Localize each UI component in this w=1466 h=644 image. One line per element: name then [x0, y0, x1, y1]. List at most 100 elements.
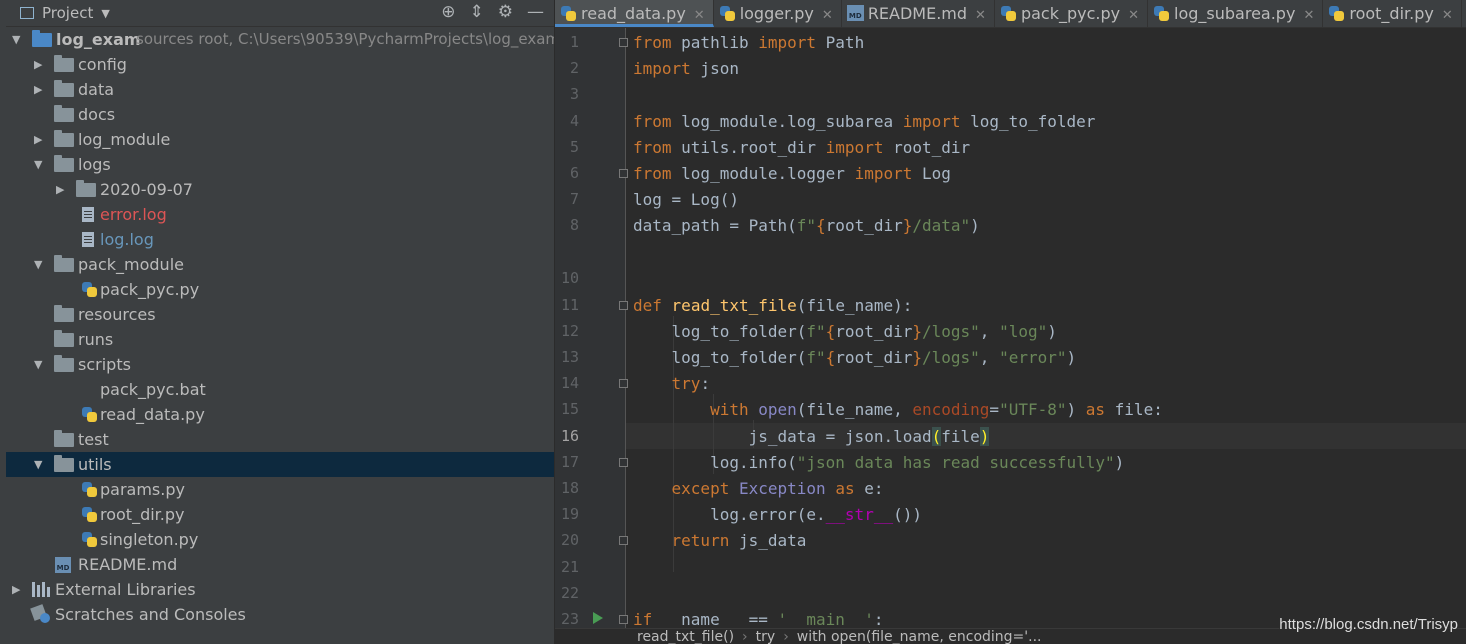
watermark: https://blog.csdn.net/Trisyp — [1279, 616, 1458, 633]
fold-marker[interactable] — [619, 301, 628, 310]
chevron-down-icon[interactable]: ▼ — [101, 7, 109, 20]
expanded-arrow-icon[interactable]: ▼ — [34, 152, 42, 177]
tree-item-error-log[interactable]: error.log — [6, 202, 554, 227]
expanded-arrow-icon[interactable]: ▼ — [34, 252, 42, 277]
tree-item-label: data — [78, 80, 115, 99]
collapsed-arrow-icon[interactable]: ▶ — [34, 77, 42, 102]
expanded-arrow-icon[interactable]: ▼ — [12, 27, 20, 52]
tree-item-scripts[interactable]: ▼ scripts — [6, 352, 554, 377]
tree-item-root[interactable]: ▼ log_exam sources root, C:\Users\90539\… — [6, 27, 554, 52]
collapsed-arrow-icon[interactable]: ▶ — [12, 577, 20, 602]
line-number: 21 — [560, 558, 579, 576]
expanded-arrow-icon[interactable]: ▼ — [34, 452, 42, 477]
tree-item-docs[interactable]: docs — [6, 102, 554, 127]
tree-item-pack-pyc-bat[interactable]: pack_pyc.bat — [6, 377, 554, 402]
tree-item-label: pack_module — [78, 255, 184, 274]
tab-root-dir-py[interactable]: root_dir.py ✕ — [1323, 0, 1462, 27]
tree-item-read-data-py[interactable]: read_data.py — [6, 402, 554, 427]
project-title[interactable]: Project — [42, 4, 93, 22]
tree-item-runs[interactable]: runs — [6, 327, 554, 352]
tree-item-external-libraries[interactable]: ▶ External Libraries — [6, 577, 554, 602]
project-toolbar: Project ▼ ⊕ ⇕ ⚙ — — [6, 0, 554, 27]
fold-marker[interactable] — [619, 38, 628, 47]
breadcrumb-item[interactable]: try — [756, 629, 776, 644]
tree-item-utils[interactable]: ▼ utils — [6, 452, 554, 477]
collapsed-arrow-icon[interactable]: ▶ — [34, 52, 42, 77]
folder-icon — [54, 105, 74, 122]
tree-item-label: utils — [78, 455, 112, 474]
tree-item-readme-md[interactable]: MD README.md — [6, 552, 554, 577]
tree-item-resources[interactable]: resources — [6, 302, 554, 327]
close-icon[interactable]: ✕ — [975, 8, 986, 23]
tab-readme-md[interactable]: MD README.md ✕ — [842, 0, 995, 27]
close-icon[interactable]: ✕ — [822, 8, 833, 23]
code-line-23: if __name__ == '__main__': — [633, 610, 884, 628]
tree-item-params-py[interactable]: params.py — [6, 477, 554, 502]
folder-icon — [54, 305, 74, 322]
project-toolbar-tools: ⊕ ⇕ ⚙ — — [441, 2, 544, 22]
tree-item-pack-module[interactable]: ▼ pack_module — [6, 252, 554, 277]
fold-marker[interactable] — [619, 169, 628, 178]
folder-icon — [54, 255, 74, 272]
tab-read-data-py[interactable]: read_data.py ✕ — [555, 0, 714, 27]
tree-item-test[interactable]: test — [6, 427, 554, 452]
tree-item-data[interactable]: ▶ data — [6, 77, 554, 102]
python-file-icon — [719, 6, 735, 21]
tree-item-root-dir-py[interactable]: root_dir.py — [6, 502, 554, 527]
tree-item-2020-09-07[interactable]: ▶ 2020-09-07 — [6, 177, 554, 202]
tab-log-subarea-py[interactable]: log_subarea.py ✕ — [1148, 0, 1324, 27]
tree-item-pack-pyc-py[interactable]: pack_pyc.py — [6, 277, 554, 302]
fold-marker[interactable] — [619, 379, 628, 388]
tab-logger-py[interactable]: logger.py ✕ — [714, 0, 842, 27]
fold-marker[interactable] — [619, 458, 628, 467]
line-number: 10 — [560, 269, 579, 287]
tree-item-label: test — [78, 430, 109, 449]
scratches-icon — [30, 604, 50, 623]
tree-item-config[interactable]: ▶ config — [6, 52, 554, 77]
code-line-11: def read_txt_file(file_name): — [633, 296, 913, 315]
collapsed-arrow-icon[interactable]: ▶ — [56, 177, 64, 202]
tree-item-label: pack_pyc.bat — [100, 380, 206, 399]
code-editor[interactable]: 1 2 3 4 5 6 7 8 10 11 12 13 14 15 16 17 … — [555, 28, 1466, 628]
tab-pack-pyc-py[interactable]: pack_pyc.py ✕ — [995, 0, 1149, 27]
breadcrumb-item[interactable]: read_txt_file() — [637, 629, 734, 644]
collapse-icon[interactable]: ⇕ — [470, 2, 484, 22]
code-line-17: log.info("json data has read successfull… — [633, 453, 1125, 472]
folder-icon — [54, 430, 74, 447]
code-line-14: try: — [671, 374, 711, 393]
folder-icon — [54, 80, 74, 97]
minimize-icon[interactable]: — — [527, 2, 544, 22]
tree-item-label: read_data.py — [100, 405, 205, 424]
tree-item-label: 2020-09-07 — [100, 180, 193, 199]
collapsed-arrow-icon[interactable]: ▶ — [34, 127, 42, 152]
tree-item-singleton-py[interactable]: singleton.py — [6, 527, 554, 552]
gear-icon[interactable]: ⚙ — [498, 2, 513, 22]
editor-tabs: read_data.py ✕ logger.py ✕ MD README.md ✕ p… — [555, 0, 1466, 28]
code-line-16: js_data = json.load(file) — [633, 427, 990, 446]
code-line-19: log.error(e.__str__()) — [633, 505, 922, 524]
line-number: 5 — [569, 138, 579, 156]
tab-label: read_data.py — [581, 4, 686, 23]
code-line-1: from pathlib import Path — [633, 33, 865, 52]
line-number: 7 — [569, 190, 579, 208]
chevron-right-icon: › — [783, 629, 789, 644]
expanded-arrow-icon[interactable]: ▼ — [34, 352, 42, 377]
fold-marker[interactable] — [619, 615, 628, 624]
fold-marker[interactable] — [619, 536, 628, 545]
tree-item-log-log[interactable]: log.log — [6, 227, 554, 252]
folder-icon — [54, 155, 74, 172]
target-icon[interactable]: ⊕ — [441, 2, 455, 22]
code-line-15: with open(file_name, encoding="UTF-8") a… — [710, 400, 1163, 419]
close-icon[interactable]: ✕ — [1128, 8, 1139, 23]
run-icon[interactable] — [593, 612, 603, 624]
code-line-7: log = Log() — [633, 190, 739, 209]
breadcrumb-item[interactable]: with open(file_name, encoding='... — [797, 629, 1042, 644]
tree-item-log-module[interactable]: ▶ log_module — [6, 127, 554, 152]
tree-item-label: root_dir.py — [100, 505, 185, 524]
close-icon[interactable]: ✕ — [1303, 8, 1314, 23]
tree-item-label: log_exam — [56, 30, 141, 49]
tree-item-logs[interactable]: ▼ logs — [6, 152, 554, 177]
tree-item-scratches[interactable]: Scratches and Consoles — [6, 602, 554, 627]
close-icon[interactable]: ✕ — [694, 8, 705, 23]
close-icon[interactable]: ✕ — [1442, 8, 1453, 23]
